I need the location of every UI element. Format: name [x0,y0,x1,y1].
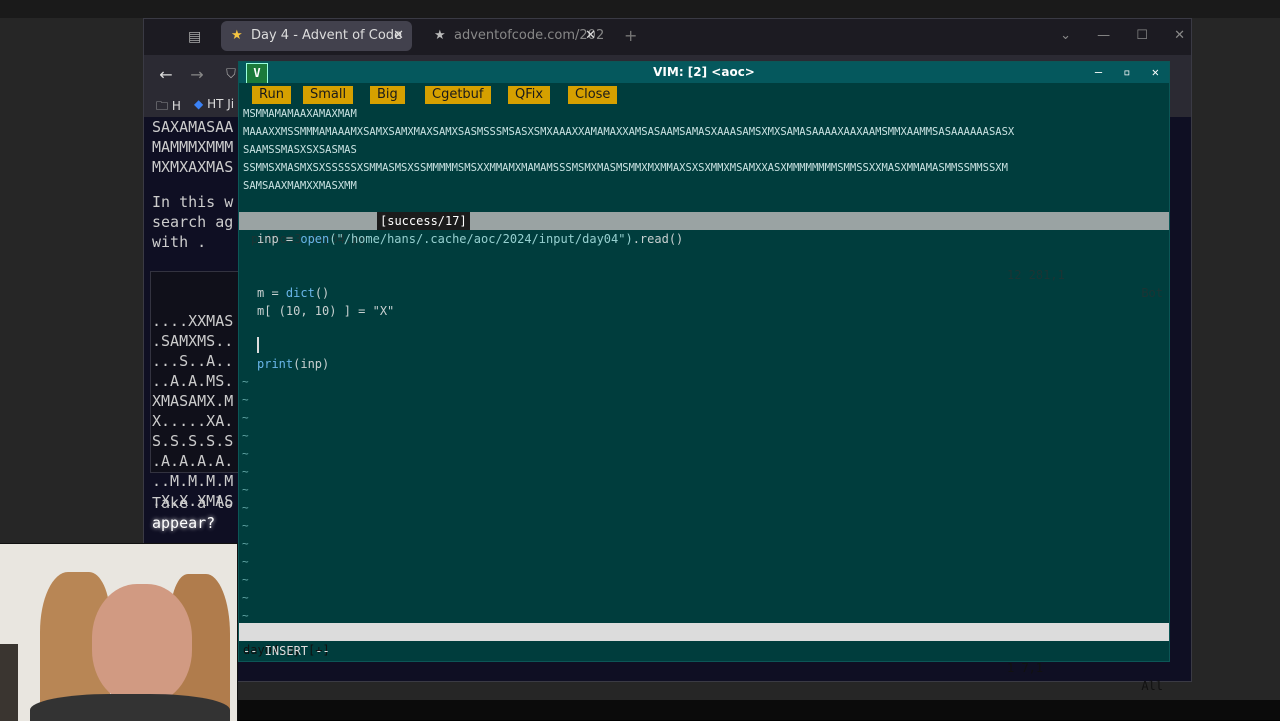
code-line-1[interactable]: inp = open("/home/hans/.cache/aoc/2024/i… [257,230,683,248]
tab-overview-icon[interactable]: ▤ [188,29,204,45]
small-button[interactable]: Small [303,86,354,104]
empty-line-marker: ~ [242,501,249,514]
webcam-furniture [0,644,18,721]
close-icon[interactable]: ✕ [1174,28,1185,43]
empty-line-marker: ~ [242,393,249,406]
tab-aoc-2024[interactable]: ★ adventofcode.com/2024 ✕ [424,21,604,51]
status-badge: [success/17] [377,212,470,230]
new-tab-plus-icon[interactable]: + [624,21,644,51]
webcam-shirt [30,694,230,721]
close-icon[interactable]: ✕ [1152,65,1159,79]
empty-line-marker: ~ [242,411,249,424]
tab-label: adventofcode.com/2024 [454,28,604,43]
vim-title: VIM: [2] <aoc> [653,65,755,79]
empty-line-marker: ~ [242,375,249,388]
forward-arrow-icon[interactable]: → [185,63,209,87]
cgetbuf-button[interactable]: Cgetbuf [425,86,491,104]
empty-line-marker: ~ [242,465,249,478]
maximize-icon[interactable]: ☐ [1136,28,1148,43]
output-line: SAMSAAXMAMXXMASXMM [243,180,357,192]
output-line: MSMMAMAMAAXAMAXMAM [243,108,357,120]
vim-toolbar: Run Small Big Cgetbuf QFix Close [239,83,1169,107]
file-status-line: day04.py [+] 1 7,1 All [239,623,1169,693]
empty-line-marker: ~ [242,537,249,550]
empty-line-marker: ~ [242,429,249,442]
aoc-grid-top: SAXAMASAA MAMMMXMMM MXMXAXMAS [152,118,234,176]
tab-day4[interactable]: ★ Day 4 - Advent of Code ✕ [221,21,412,51]
vim-titlebar: V VIM: [2] <aoc> — ▫ ✕ [239,62,1169,84]
back-arrow-icon[interactable]: ← [154,63,178,87]
empty-line-marker: ~ [242,591,249,604]
close-button[interactable]: Close [568,86,618,104]
qfix-button[interactable]: QFix [508,86,551,104]
bookmark-folder[interactable]: 🗀 H [156,97,181,118]
code-line-8[interactable]: print(inp) [257,355,329,373]
text-cursor [257,337,259,353]
folder-icon: 🗀 [156,99,169,113]
empty-line-marker: ~ [242,519,249,532]
star-icon: ★ [434,28,446,43]
webcam-overlay [0,543,238,721]
bookmark-icon: ◆ [194,97,204,111]
tab-bar: ▤ ★ Day 4 - Advent of Code ✕ ★ adventofcod… [144,19,1191,55]
empty-line-marker: ~ [242,483,249,496]
maximize-icon[interactable]: ▫ [1123,65,1130,79]
code-line-4[interactable]: m = dict() [257,284,329,302]
desktop-top-strip [0,0,1280,18]
output-line: MAAAXXMSSMMMAMAAAMXSAMXSAMXMAXSAMXSASMSS… [243,126,1015,138]
empty-line-marker: ~ [242,573,249,586]
minimize-icon[interactable]: — [1097,28,1110,43]
mode-indicator: -- INSERT -- [243,644,330,658]
vim-window-controls: — ▫ ✕ [1081,62,1159,83]
empty-line-marker: ~ [242,447,249,460]
tab-label: Day 4 - Advent of Code [251,28,403,43]
browser-window-controls: ⌄ — ☐ ✕ [1038,21,1185,51]
terminal-status-line: python3 day04.py [success/17] 12 281,1 B… [239,212,1169,300]
close-icon[interactable]: ✕ [393,21,404,51]
run-button[interactable]: Run [252,86,291,104]
output-line: SSMMSXMASMXSXSSSSSXSMMASMSXSSMMMMMSMSXXM… [243,162,1008,174]
star-icon: ★ [231,28,243,43]
close-icon[interactable]: ✕ [585,21,596,51]
aoc-question: Take a lo appear? [152,494,234,532]
big-button[interactable]: Big [370,86,405,104]
vim-window: V VIM: [2] <aoc> — ▫ ✕ Run Small Big Cge… [238,61,1170,693]
output-line: SAAMSSMASXSXSASMAS [243,144,357,156]
empty-line-marker: ~ [242,555,249,568]
bookmark-ht[interactable]: ◆ HT Ji [194,97,234,111]
webcam-face [92,584,192,704]
code-line-5[interactable]: m[ (10, 10) ] = "X" [257,302,394,320]
chevron-down-icon[interactable]: ⌄ [1060,28,1071,43]
minimize-icon[interactable]: — [1095,65,1102,79]
aoc-paragraph: In this w search ag with . [152,193,234,251]
